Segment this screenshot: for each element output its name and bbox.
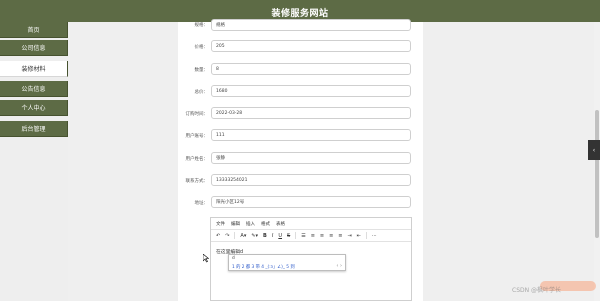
sidebar-item-company-info[interactable]: 公司信息 (0, 40, 68, 56)
field-label-address: 地址： (194, 201, 209, 206)
side-collapse-tab[interactable]: ‹ (588, 140, 600, 160)
indent-icon[interactable]: ⇥ (348, 233, 352, 239)
redo-icon[interactable]: ↷ (225, 233, 229, 239)
address-field[interactable]: 阳光小区12号 (211, 196, 411, 208)
undo-icon[interactable]: ↶ (216, 233, 220, 239)
field-label-total: 总价： (194, 90, 209, 95)
align-justify-icon[interactable]: ≡ (338, 233, 342, 239)
underline-icon[interactable]: U (278, 233, 282, 239)
editor-menu-table[interactable]: 表格 (276, 221, 285, 227)
toolbar-divider (295, 232, 297, 239)
quantity-field[interactable]: 8 (211, 63, 411, 75)
highlight-icon[interactable]: ✎▾ (251, 233, 258, 239)
text-color-icon[interactable]: A▾ (240, 233, 246, 239)
user-account-field[interactable]: 111 (211, 129, 411, 141)
more-icon[interactable]: ⋯ (372, 233, 377, 239)
align-left-icon[interactable]: ≡ (311, 233, 315, 239)
ime-candidates[interactable]: 1 的 2 都 3 带 4 _(:з」∠)_ 5 到 (232, 264, 295, 270)
ime-candidate-popup[interactable]: d 1 的 2 都 3 带 4 _(:з」∠)_ 5 到 ‹ › (228, 254, 346, 271)
editor-toolbar: ↶ ↷ A▾ ✎▾ B I U S ☰ ≡ ≡ ≡ ≡ ⇥ ⇤ ⋯ (211, 230, 411, 242)
price-field[interactable]: 205 (211, 40, 411, 52)
toolbar-divider (234, 232, 236, 239)
editor-menu-edit[interactable]: 编辑 (231, 221, 240, 227)
field-label-quantity: 数量： (194, 68, 209, 73)
sidebar-item-home[interactable]: 首页 (0, 22, 68, 38)
watermark: CSDN @枫叶学长 (512, 287, 562, 294)
editor-menubar: 文件 编辑 插入 格式 表格 (211, 218, 411, 230)
total-price-field[interactable]: 1680 (211, 85, 411, 97)
outdent-icon[interactable]: ⇤ (357, 233, 361, 239)
sidebar-item-announcements[interactable]: 公告信息 (0, 81, 68, 97)
editor-menu-file[interactable]: 文件 (216, 221, 225, 227)
sidebar-item-admin[interactable]: 后台管理 (0, 121, 68, 137)
list-icon[interactable]: ☰ (301, 233, 305, 239)
field-label-contact: 联系方式： (185, 179, 209, 184)
italic-icon[interactable]: I (272, 233, 273, 239)
spec-field[interactable]: 规格 (211, 19, 411, 31)
site-title: 装修服务网站 (271, 9, 329, 19)
contact-field[interactable]: 13333254021 (211, 174, 411, 186)
field-label-user-name: 用户姓名： (185, 157, 209, 162)
sidebar-item-materials[interactable]: 装修材料 (0, 61, 68, 77)
editor-menu-format[interactable]: 格式 (261, 221, 270, 227)
field-label-user-account: 用户账号： (185, 134, 209, 139)
field-label-spec: 规格： (194, 23, 209, 28)
order-time-field[interactable]: 2022-03-28 (211, 107, 411, 119)
bold-icon[interactable]: B (263, 233, 267, 239)
field-label-price: 价格： (194, 45, 209, 50)
editor-menu-insert[interactable]: 插入 (246, 221, 255, 227)
toolbar-divider (365, 232, 367, 239)
strikethrough-icon[interactable]: S (287, 233, 290, 239)
ime-page-arrows[interactable]: ‹ › (336, 263, 342, 269)
sidebar-item-personal-center[interactable]: 个人中心 (0, 100, 68, 116)
field-label-order-time: 订购时间： (185, 112, 209, 117)
mouse-cursor-icon (203, 254, 209, 263)
align-right-icon[interactable]: ≡ (329, 233, 333, 239)
ime-composition: d (232, 256, 235, 261)
align-center-icon[interactable]: ≡ (320, 233, 324, 239)
user-name-field[interactable]: 张静 (211, 152, 411, 164)
scrollbar-thumb[interactable] (595, 110, 599, 238)
